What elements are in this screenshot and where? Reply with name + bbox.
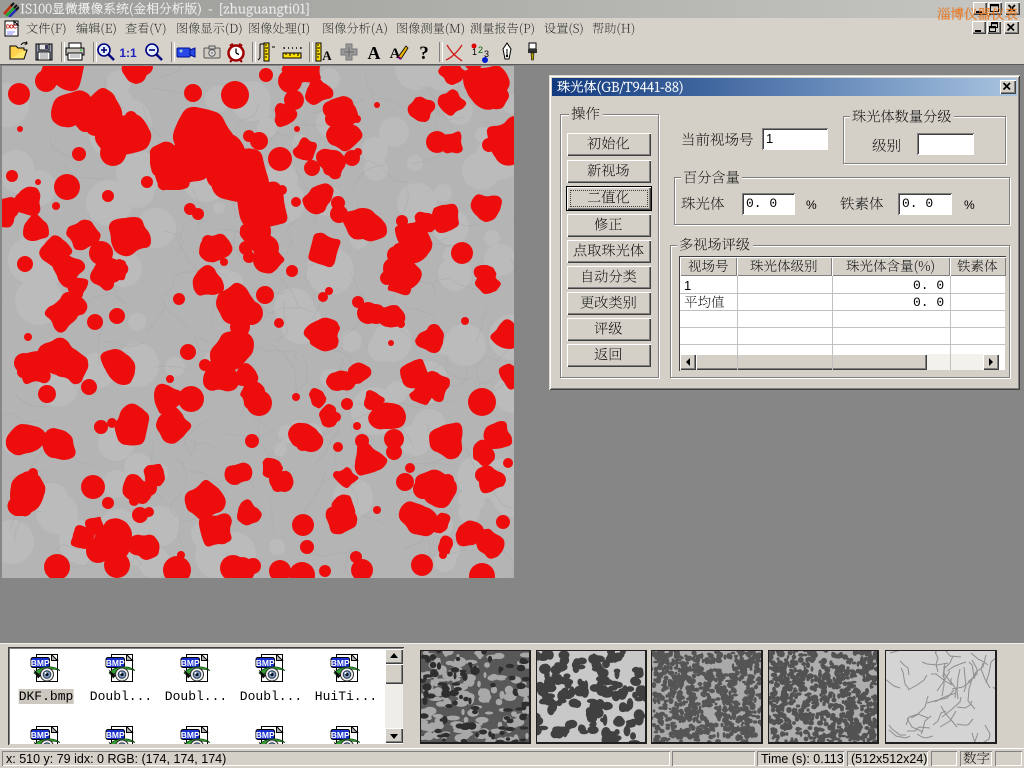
svg-text:BMP: BMP (31, 730, 50, 740)
svg-text:A: A (368, 43, 381, 63)
svg-text:BMP: BMP (106, 730, 125, 740)
svg-text:?: ? (419, 43, 429, 63)
svg-text:A: A (390, 46, 401, 62)
svg-text:BMP: BMP (331, 730, 350, 740)
svg-text:DOC: DOC (6, 25, 17, 31)
svg-text:2: 2 (478, 45, 483, 55)
svg-text:BMP: BMP (31, 658, 50, 668)
svg-text:A: A (322, 48, 332, 63)
svg-text:BMP: BMP (331, 658, 350, 668)
svg-text:BMP: BMP (181, 730, 200, 740)
svg-text:BMP: BMP (256, 730, 275, 740)
svg-text:1:1: 1:1 (119, 46, 137, 60)
svg-text:BMP: BMP (106, 658, 125, 668)
svg-text:BMP: BMP (181, 658, 200, 668)
svg-text:BMP: BMP (256, 658, 275, 668)
svg-text:1: 1 (472, 47, 477, 57)
